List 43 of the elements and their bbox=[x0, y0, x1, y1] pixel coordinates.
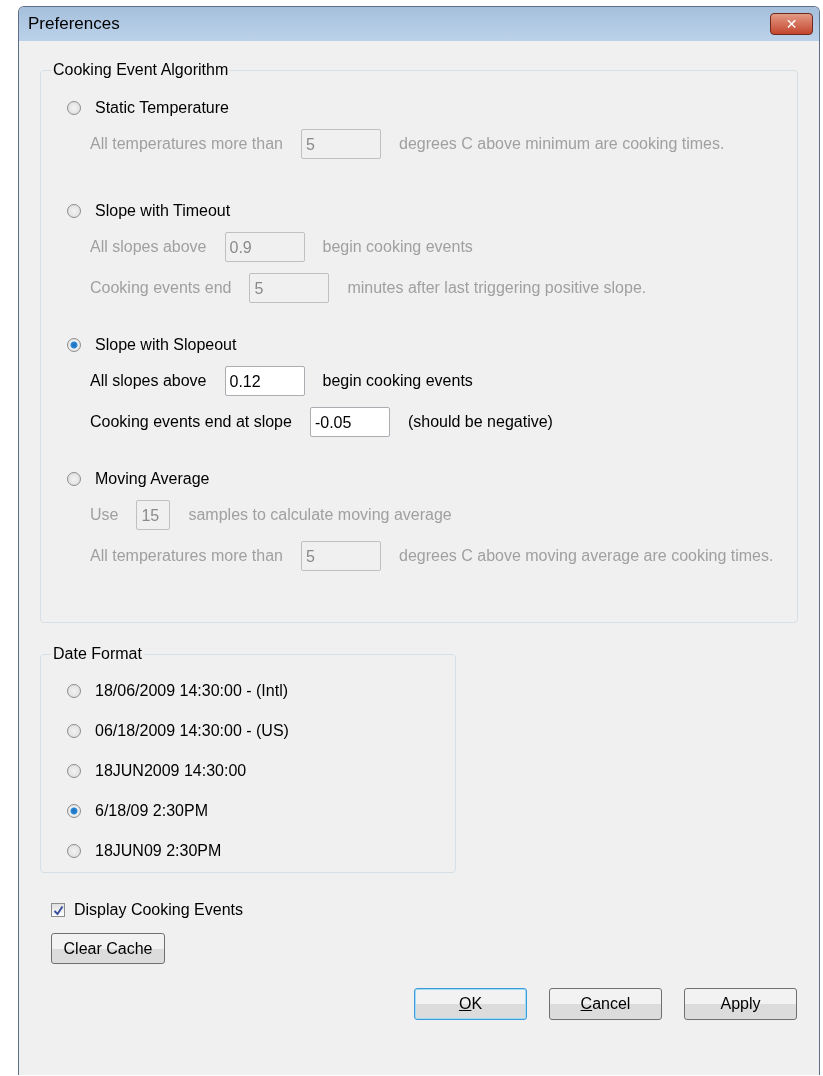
radio-button[interactable] bbox=[67, 338, 81, 352]
setting-label: All slopes above bbox=[90, 237, 207, 256]
radio-label[interactable]: 18/06/2009 14:30:00 - (Intl) bbox=[95, 682, 289, 700]
dialog-button[interactable]: Apply bbox=[684, 988, 797, 1020]
setting-label: All temperatures more than bbox=[90, 134, 283, 153]
group-title: Date Format bbox=[52, 645, 143, 663]
setting-suffix: begin cooking events bbox=[322, 371, 473, 390]
setting-suffix: begin cooking events bbox=[322, 237, 473, 256]
radio-button[interactable] bbox=[67, 684, 81, 698]
input-field[interactable]: 0.12 bbox=[224, 365, 305, 396]
setting-suffix: samples to calculate moving average bbox=[188, 505, 452, 524]
radio-button[interactable] bbox=[67, 804, 81, 818]
dialog-button[interactable]: Cancel bbox=[549, 988, 662, 1020]
radio-button[interactable] bbox=[67, 844, 81, 858]
setting-suffix: degrees C above moving average are cooking times. bbox=[399, 546, 774, 565]
radio-label[interactable]: Slope with Timeout bbox=[95, 202, 231, 220]
radio-button[interactable] bbox=[67, 204, 81, 218]
setting-suffix: degrees C above minimum are cooking times. bbox=[399, 134, 725, 153]
clear-cache-button[interactable]: Clear Cache bbox=[51, 933, 165, 964]
setting-label: All slopes above bbox=[90, 371, 207, 390]
checkbox-label[interactable]: Display Cooking Events bbox=[74, 901, 243, 919]
dialog-button[interactable]: OK bbox=[414, 988, 527, 1020]
radio-button[interactable] bbox=[67, 472, 81, 486]
input-field[interactable]: -0.05 bbox=[309, 406, 390, 437]
setting-suffix: minutes after last triggering positive slope. bbox=[347, 278, 647, 297]
radio-label[interactable]: 18JUN09 2:30PM bbox=[95, 842, 222, 860]
setting-label: Use bbox=[90, 505, 119, 524]
radio-button[interactable] bbox=[67, 724, 81, 738]
radio-button[interactable] bbox=[67, 764, 81, 778]
radio-label[interactable]: Slope with Slopeout bbox=[95, 336, 237, 354]
radio-label[interactable]: 06/18/2009 14:30:00 - (US) bbox=[95, 722, 289, 740]
checkbox[interactable] bbox=[51, 903, 65, 917]
radio-label[interactable]: Moving Average bbox=[95, 470, 210, 488]
setting-label: All temperatures more than bbox=[90, 546, 283, 565]
setting-suffix: (should be negative) bbox=[407, 412, 553, 431]
radio-button[interactable] bbox=[67, 101, 81, 115]
radio-label[interactable]: Static Temperature bbox=[95, 99, 229, 117]
window-title: Preferences bbox=[28, 14, 120, 34]
radio-label[interactable]: 18JUN2009 14:30:00 bbox=[95, 762, 247, 780]
setting-label: Cooking events end at slope bbox=[90, 412, 292, 431]
setting-label: Cooking events end bbox=[90, 278, 232, 297]
radio-label[interactable]: 6/18/09 2:30PM bbox=[95, 802, 208, 820]
group-title: Cooking Event Algorithm bbox=[52, 61, 230, 79]
